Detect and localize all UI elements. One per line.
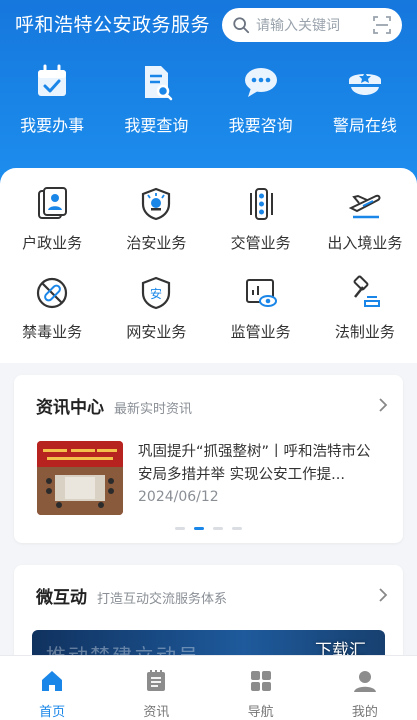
service-label: 监管业务 bbox=[230, 323, 291, 341]
service-label: 户政业务 bbox=[22, 234, 83, 252]
carousel-dot-active[interactable] bbox=[194, 527, 204, 530]
quick-action-label: 我要咨询 bbox=[228, 116, 293, 135]
tab-label: 首页 bbox=[39, 705, 66, 720]
monitor-eye-icon bbox=[245, 279, 277, 307]
police-cap-icon bbox=[348, 72, 381, 95]
service-legal[interactable]: 法制业务 bbox=[313, 275, 417, 342]
chevron-right-icon[interactable] bbox=[377, 587, 389, 603]
news-card-header: 资讯中心 最新实时资讯 bbox=[36, 393, 192, 418]
service-panel: 户政业务 治安业务 交管业务 出入境业务 禁毒业务 安 网安业务 监管业务 法制… bbox=[0, 168, 417, 363]
tab-navigation[interactable]: 导航 bbox=[209, 656, 313, 720]
carousel-indicator bbox=[14, 527, 403, 530]
traffic-light-icon bbox=[249, 188, 273, 220]
quick-action-label: 警局在线 bbox=[332, 116, 397, 135]
micro-card-subtitle: 打造互动交流服务体系 bbox=[97, 592, 228, 607]
tab-home[interactable]: 首页 bbox=[0, 656, 104, 720]
app-title: 呼和浩特公安政务服务 bbox=[15, 14, 211, 36]
quick-action-label: 我要办事 bbox=[20, 116, 85, 135]
search-input[interactable]: 请输入关键词 bbox=[222, 8, 402, 42]
quick-action-police-online[interactable]: 警局在线 bbox=[313, 62, 417, 136]
quick-action-consult[interactable]: 我要咨询 bbox=[209, 62, 313, 136]
service-label: 交管业务 bbox=[230, 234, 291, 252]
service-label: 网安业务 bbox=[126, 323, 187, 341]
service-anti-drug[interactable]: 禁毒业务 bbox=[0, 275, 104, 342]
quick-actions: 我要办事 我要查询 我要咨询 警局在线 bbox=[0, 62, 417, 136]
quick-action-do-business[interactable]: 我要办事 bbox=[0, 62, 104, 136]
meeting-photo-icon bbox=[37, 441, 123, 515]
service-cyber-security[interactable]: 安 网安业务 bbox=[104, 275, 208, 342]
service-immigration[interactable]: 出入境业务 bbox=[313, 186, 417, 253]
quick-action-query[interactable]: 我要查询 bbox=[104, 62, 208, 136]
id-card-icon bbox=[38, 187, 68, 219]
search-icon bbox=[233, 17, 250, 34]
gavel-icon bbox=[353, 275, 380, 307]
no-drugs-icon bbox=[37, 277, 68, 309]
tab-label: 导航 bbox=[247, 705, 274, 720]
tab-news[interactable]: 资讯 bbox=[104, 656, 208, 720]
carousel-dot[interactable] bbox=[232, 527, 242, 530]
micro-card-header: 微互动 打造互动交流服务体系 bbox=[36, 583, 227, 608]
grid-icon bbox=[250, 671, 271, 691]
service-label: 治安业务 bbox=[126, 234, 187, 252]
home-icon bbox=[42, 671, 63, 691]
scan-icon[interactable] bbox=[372, 15, 392, 35]
document-search-icon bbox=[145, 66, 173, 101]
micro-card-title: 微互动 bbox=[36, 588, 87, 608]
tab-profile[interactable]: 我的 bbox=[313, 656, 417, 720]
shield-icon bbox=[142, 187, 171, 221]
service-supervision[interactable]: 监管业务 bbox=[209, 275, 313, 342]
service-label: 法制业务 bbox=[334, 323, 395, 341]
bottom-tab-bar: 首页 资讯 导航 我的 bbox=[0, 655, 417, 720]
network-shield-icon: 安 bbox=[142, 276, 171, 310]
service-traffic[interactable]: 交管业务 bbox=[209, 186, 313, 253]
carousel-dot[interactable] bbox=[213, 527, 223, 530]
service-label: 出入境业务 bbox=[327, 234, 403, 252]
chevron-right-icon[interactable] bbox=[377, 397, 389, 413]
tab-label: 资讯 bbox=[143, 705, 170, 720]
news-card-subtitle: 最新实时资讯 bbox=[114, 402, 193, 417]
news-thumbnail[interactable] bbox=[37, 441, 123, 515]
tab-label: 我的 bbox=[351, 705, 378, 720]
airplane-icon bbox=[348, 194, 381, 219]
news-item-date: 2024/06/12 bbox=[138, 489, 219, 505]
newspaper-icon bbox=[147, 670, 166, 691]
user-icon bbox=[353, 671, 376, 692]
service-grid: 户政业务 治安业务 交管业务 出入境业务 禁毒业务 安 网安业务 监管业务 法制… bbox=[0, 186, 417, 342]
quick-action-label: 我要查询 bbox=[124, 116, 189, 135]
news-card-title: 资讯中心 bbox=[36, 398, 104, 418]
news-item-title[interactable]: 巩固提升“抓强整树”丨呼和浩特市公安局多措并举 实现公安工作提... bbox=[138, 441, 383, 487]
svg-text:安: 安 bbox=[150, 286, 162, 301]
news-card: 资讯中心 最新实时资讯 巩固提升“抓强整树”丨呼和浩特市公安局多措并举 实现公安… bbox=[14, 375, 403, 543]
chat-bubble-icon bbox=[244, 68, 277, 97]
carousel-dot[interactable] bbox=[175, 527, 185, 530]
service-household[interactable]: 户政业务 bbox=[0, 186, 104, 253]
service-label: 禁毒业务 bbox=[22, 323, 83, 341]
service-public-security[interactable]: 治安业务 bbox=[104, 186, 208, 253]
calendar-check-icon bbox=[38, 64, 67, 96]
search-placeholder: 请输入关键词 bbox=[256, 18, 340, 34]
